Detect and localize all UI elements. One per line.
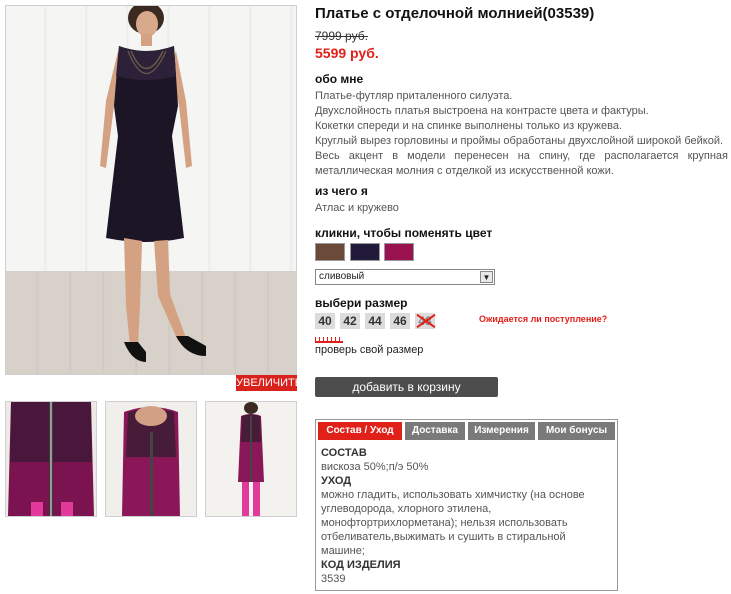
main-product-photo[interactable]	[5, 5, 297, 375]
size-option-44[interactable]: 44	[365, 313, 385, 329]
thumbnail-3[interactable]	[205, 401, 297, 517]
color-swatch-plum[interactable]	[350, 243, 380, 261]
thumbnail-back-view-image	[6, 402, 96, 516]
zoom-button[interactable]: УВЕЛИЧИТЬ	[236, 375, 302, 391]
color-select[interactable]: сливовый ▼	[315, 269, 495, 285]
composition-value: вискоза 50%;п/э 50%	[321, 461, 429, 473]
tab-composition-care[interactable]: Состав / Уход	[318, 422, 402, 440]
size-option-48-unavailable: 48	[415, 313, 435, 329]
thumbnail-2[interactable]	[105, 401, 197, 517]
await-restock-link[interactable]: Ожидается ли поступление?	[479, 314, 607, 324]
thumbnail-back-view-image	[206, 402, 296, 516]
tab-content: СОСТАВ вискоза 50%;п/э 50% УХОД можно гл…	[321, 446, 611, 586]
material-value: Атлас и кружево	[315, 202, 399, 214]
color-select-value: сливовый	[319, 271, 365, 282]
tab-delivery[interactable]: Доставка	[405, 422, 465, 440]
composition-heading: СОСТАВ	[321, 447, 367, 459]
check-size-link[interactable]: проверь свой размер	[315, 344, 423, 356]
description-line: Кокетки спереди и на спинке выполнены то…	[315, 120, 623, 132]
chevron-down-icon[interactable]: ▼	[480, 271, 493, 283]
size-option-46[interactable]: 46	[390, 313, 410, 329]
description-line: Круглый вырез горловины и проймы обработ…	[315, 135, 724, 147]
tab-my-bonuses[interactable]: Мои бонусы	[538, 422, 615, 440]
color-swatch-magenta[interactable]	[384, 243, 414, 261]
tab-measurements[interactable]: Измерения	[468, 422, 535, 440]
product-description: Платье-футляр приталенного силуэта. Двух…	[315, 89, 728, 179]
ruler-icon[interactable]	[315, 336, 343, 343]
thumbnail-back-view-image	[106, 402, 196, 516]
product-title: Платье с отделочной молнией(03539)	[315, 5, 595, 22]
color-swatch-brown[interactable]	[315, 243, 345, 261]
material-heading: из чего я	[315, 184, 368, 198]
care-heading: УХОД	[321, 475, 352, 487]
add-to-cart-button[interactable]: добавить в корзину	[315, 377, 498, 397]
description-line: Платье-футляр приталенного силуэта.	[315, 90, 513, 102]
product-info-tabs: Состав / Уход Доставка Измерения Мои бон…	[315, 419, 618, 591]
description-line: Весь акцент в модели перенесен на спину,…	[315, 150, 728, 177]
size-option-42[interactable]: 42	[340, 313, 360, 329]
size-heading: выбери размер	[315, 296, 408, 310]
new-price: 5599 руб.	[315, 45, 379, 61]
about-heading: обо мне	[315, 72, 364, 86]
old-price: 7999 руб.	[315, 29, 368, 43]
code-heading: КОД ИЗДЕЛИЯ	[321, 559, 401, 571]
care-value: можно гладить, использовать химчистку (н…	[321, 489, 585, 557]
description-line: Двухслойность платья выстроена на контра…	[315, 105, 649, 117]
size-option-40[interactable]: 40	[315, 313, 335, 329]
color-heading: кликни, чтобы поменять цвет	[315, 226, 493, 240]
model-silhouette	[100, 6, 206, 362]
code-value: 3539	[321, 573, 346, 585]
thumbnail-1[interactable]	[5, 401, 97, 517]
